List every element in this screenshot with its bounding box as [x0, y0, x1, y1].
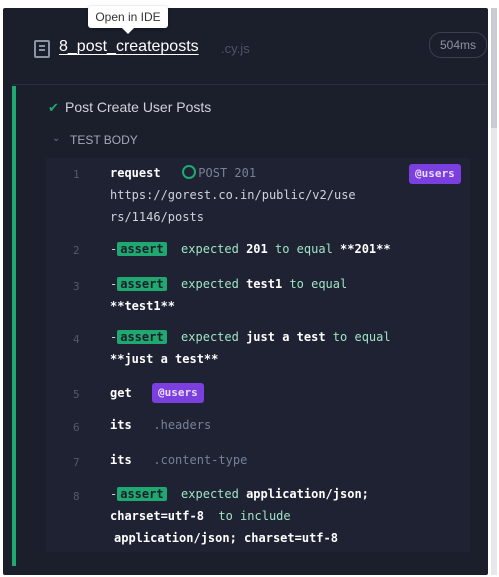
assert-text: expected [181, 487, 239, 501]
tooltip: Open in IDE [88, 6, 168, 34]
request-status: POST 201 [198, 166, 257, 180]
request-url-line-2: rs/1146/posts [110, 210, 204, 224]
command-row[interactable]: - assert expected application/json; [110, 483, 470, 505]
command-name: get [110, 386, 132, 400]
file-icon [34, 40, 50, 58]
assert-badge: assert [117, 487, 167, 501]
assert-text: expected [181, 242, 239, 256]
command-arg: .headers [153, 418, 212, 432]
spec-name-link[interactable]: 8_post_createposts [59, 38, 199, 56]
request-url-line-1: https://gorest.co.in/public/v2/use [110, 188, 356, 202]
alias-badge[interactable]: @users [152, 383, 204, 403]
line-number: 5 [73, 388, 80, 401]
command-name: request [110, 166, 161, 180]
assert-value: test1 [246, 277, 283, 291]
spec-header: 8_post_createposts .cy.js 504ms [12, 22, 487, 85]
assert-value: **test1** [110, 299, 176, 313]
spec-extension: .cy.js [221, 41, 250, 56]
assert-text: expected [181, 330, 239, 344]
line-number: 1 [73, 168, 80, 181]
assert-text: to equal [275, 242, 333, 256]
assert-continuation: **test1** [110, 295, 470, 317]
command-row[interactable]: - assert expected just a test to equal [110, 326, 470, 348]
pass-indicator-bar [12, 86, 16, 566]
line-number: 7 [73, 456, 80, 469]
assert-value: charset=utf-8 [110, 509, 204, 523]
status-circle-icon [182, 165, 197, 179]
test-title: Post Create User Posts [65, 99, 212, 115]
command-row[interactable]: its .content-type [110, 449, 470, 471]
command-name: its [110, 453, 132, 467]
assert-badge: assert [117, 277, 167, 291]
line-number: 8 [73, 490, 80, 503]
command-arg: .content-type [153, 453, 248, 467]
line-number: 4 [73, 333, 80, 346]
assert-badge: assert [117, 330, 167, 344]
assert-value: just a test [246, 330, 326, 344]
assert-text: to include [218, 509, 291, 523]
assert-text: to equal [332, 330, 391, 344]
alias-badge[interactable]: @users [409, 164, 461, 184]
assert-badge: assert [117, 242, 167, 256]
assert-value: application/json; [246, 487, 369, 501]
chevron-down-icon: ⌄ [52, 133, 61, 144]
line-number: 3 [73, 280, 80, 293]
line-number: 2 [73, 244, 80, 257]
section-title: TEST BODY [70, 133, 138, 147]
duration-badge: 504ms [428, 32, 487, 58]
assert-continuation: application/json; charset=utf-8 [114, 527, 474, 549]
assert-value: application/json; charset=utf-8 [114, 531, 338, 545]
assert-text: to equal [289, 277, 348, 291]
assert-value: **just a test** [110, 352, 219, 366]
command-row[interactable]: - assert expected 201 to equal **201** [110, 238, 470, 260]
assert-continuation: **just a test** [110, 348, 470, 370]
scrollbar[interactable] [491, 8, 497, 575]
assert-text: expected [181, 277, 239, 291]
scrollbar-thumb[interactable] [491, 8, 497, 128]
command-row[interactable]: its .headers [110, 414, 470, 436]
line-number: 6 [73, 421, 80, 434]
command-name: its [110, 418, 132, 432]
assert-value: **201** [340, 242, 391, 256]
check-icon: ✔ [48, 100, 59, 115]
command-row[interactable]: - assert expected test1 to equal [110, 273, 470, 295]
assert-value: 201 [246, 242, 268, 256]
assert-continuation: charset=utf-8 to include [110, 505, 470, 527]
